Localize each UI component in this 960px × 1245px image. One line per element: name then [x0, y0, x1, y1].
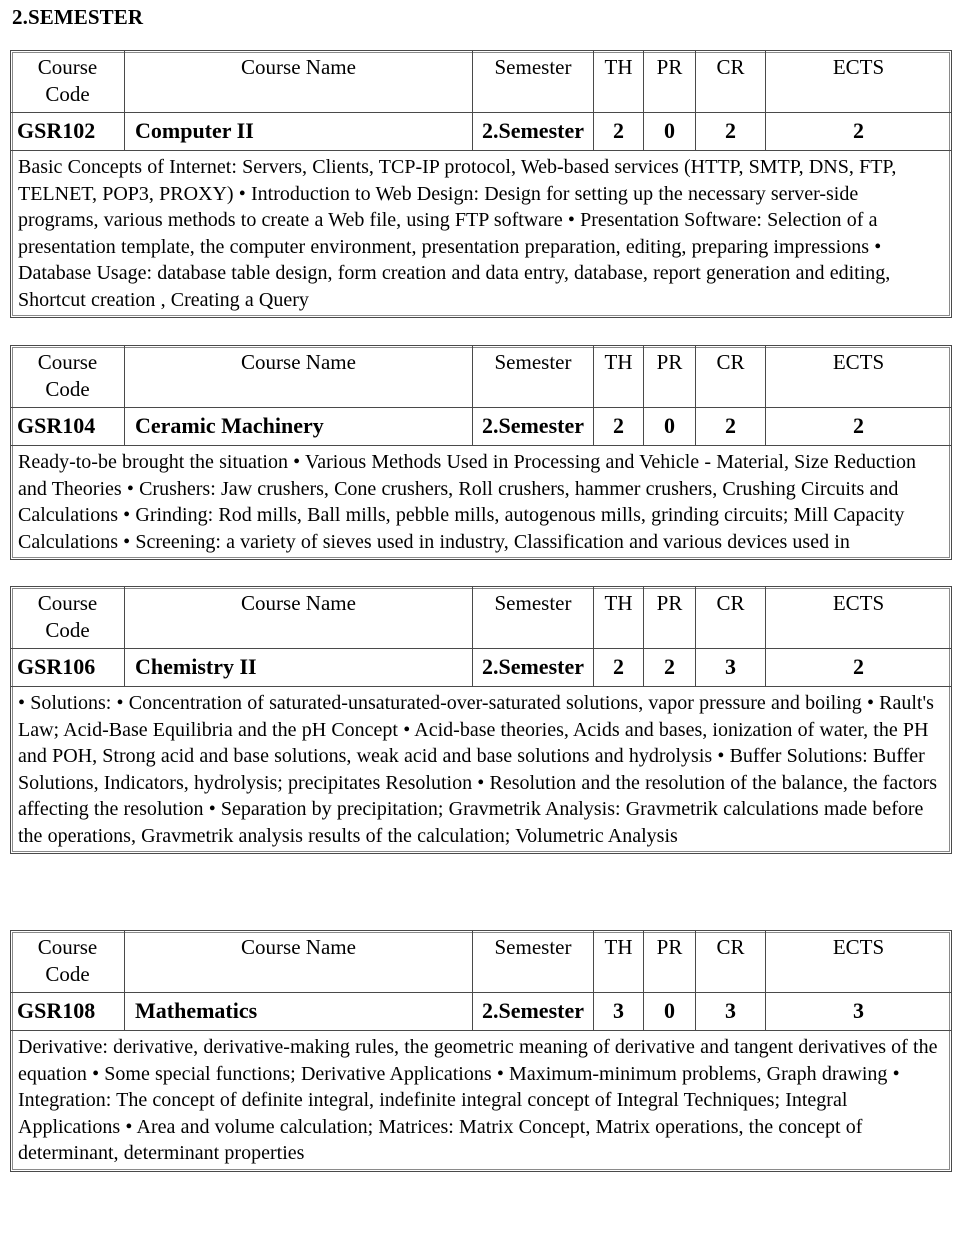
header-course-code-line1: Course	[37, 591, 98, 615]
course-description-row: Ready-to-be brought the situation • Vari…	[11, 446, 951, 559]
header-course-code: Course Code	[11, 346, 125, 408]
course-description-row: Basic Concepts of Internet: Servers, Cli…	[11, 151, 951, 317]
course-semester: 2.Semester	[473, 993, 594, 1031]
header-cr: CR	[696, 346, 766, 408]
header-ects: ECTS	[766, 346, 951, 408]
header-course-code-line1: Course	[37, 935, 98, 959]
course-info-row: GSR104 Ceramic Machinery 2.Semester 2 0 …	[11, 408, 951, 446]
title-spacer	[10, 30, 950, 50]
course-description-row: Derivative: derivative, derivative-makin…	[11, 1031, 951, 1171]
document-page: 2.SEMESTER Course Code Course Name Semes…	[0, 4, 960, 1245]
header-course-code-line2: Code	[45, 962, 90, 986]
page-title: 2.SEMESTER	[12, 5, 144, 29]
header-semester: Semester	[473, 51, 594, 113]
course-name: Ceramic Machinery	[125, 408, 473, 446]
course-cr: 3	[696, 993, 766, 1031]
header-cr: CR	[696, 51, 766, 113]
course-pr: 0	[644, 113, 696, 151]
table-header-row: Course Code Course Name Semester TH PR C…	[11, 51, 951, 113]
course-description: • Solutions: • Concentration of saturate…	[18, 692, 938, 847]
table-gap-2	[10, 560, 950, 586]
header-semester: Semester	[473, 931, 594, 993]
table-header-row: Course Code Course Name Semester TH PR C…	[11, 346, 951, 408]
header-course-code: Course Code	[11, 51, 125, 113]
header-course-name: Course Name	[125, 51, 473, 113]
header-ects: ECTS	[766, 587, 951, 649]
course-th: 2	[594, 408, 644, 446]
header-course-name: Course Name	[125, 346, 473, 408]
table-gap-1	[10, 318, 950, 345]
course-name: Mathematics	[125, 993, 473, 1031]
header-course-code: Course Code	[11, 931, 125, 993]
course-table-gsr102: Course Code Course Name Semester TH PR C…	[10, 50, 952, 318]
course-table-gsr108: Course Code Course Name Semester TH PR C…	[10, 930, 952, 1172]
course-pr: 2	[644, 649, 696, 687]
course-pr: 0	[644, 993, 696, 1031]
course-name: Computer II	[125, 113, 473, 151]
header-course-code-line2: Code	[45, 82, 90, 106]
course-info-row: GSR108 Mathematics 2.Semester 3 0 3 3	[11, 993, 951, 1031]
course-th: 2	[594, 113, 644, 151]
header-semester: Semester	[473, 587, 594, 649]
course-cr: 3	[696, 649, 766, 687]
header-course-code-line1: Course	[37, 55, 98, 79]
header-th: TH	[594, 587, 644, 649]
header-cr: CR	[696, 587, 766, 649]
header-th: TH	[594, 931, 644, 993]
course-ects: 2	[766, 649, 951, 687]
table-header-row: Course Code Course Name Semester TH PR C…	[11, 587, 951, 649]
course-code: GSR104	[11, 408, 125, 446]
table-gap-3	[10, 854, 950, 930]
course-th: 3	[594, 993, 644, 1031]
course-info-row: GSR102 Computer II 2.Semester 2 0 2 2	[11, 113, 951, 151]
header-th: TH	[594, 51, 644, 113]
course-description: Derivative: derivative, derivative-makin…	[18, 1036, 938, 1164]
course-semester: 2.Semester	[473, 649, 594, 687]
course-th: 2	[594, 649, 644, 687]
header-course-code-line2: Code	[45, 377, 90, 401]
course-table-gsr104: Course Code Course Name Semester TH PR C…	[10, 345, 952, 560]
course-semester: 2.Semester	[473, 408, 594, 446]
course-name: Chemistry II	[125, 649, 473, 687]
course-pr: 0	[644, 408, 696, 446]
course-cr: 2	[696, 113, 766, 151]
course-ects: 2	[766, 408, 951, 446]
header-course-code-line1: Course	[37, 350, 98, 374]
course-code: GSR108	[11, 993, 125, 1031]
header-ects: ECTS	[766, 931, 951, 993]
course-table-gsr106: Course Code Course Name Semester TH PR C…	[10, 586, 952, 854]
header-pr: PR	[644, 587, 696, 649]
header-cr: CR	[696, 931, 766, 993]
header-course-code: Course Code	[11, 587, 125, 649]
header-ects: ECTS	[766, 51, 951, 113]
header-semester: Semester	[473, 346, 594, 408]
course-cr: 2	[696, 408, 766, 446]
course-description: Basic Concepts of Internet: Servers, Cli…	[18, 156, 897, 311]
table-header-row: Course Code Course Name Semester TH PR C…	[11, 931, 951, 993]
header-th: TH	[594, 346, 644, 408]
course-description: Ready-to-be brought the situation • Vari…	[18, 451, 916, 553]
header-course-code-line2: Code	[45, 618, 90, 642]
course-info-row: GSR106 Chemistry II 2.Semester 2 2 3 2	[11, 649, 951, 687]
header-pr: PR	[644, 51, 696, 113]
header-course-name: Course Name	[125, 587, 473, 649]
course-description-row: • Solutions: • Concentration of saturate…	[11, 687, 951, 853]
course-code: GSR102	[11, 113, 125, 151]
course-ects: 2	[766, 113, 951, 151]
course-ects: 3	[766, 993, 951, 1031]
header-pr: PR	[644, 346, 696, 408]
header-course-name: Course Name	[125, 931, 473, 993]
course-code: GSR106	[11, 649, 125, 687]
header-pr: PR	[644, 931, 696, 993]
course-semester: 2.Semester	[473, 113, 594, 151]
